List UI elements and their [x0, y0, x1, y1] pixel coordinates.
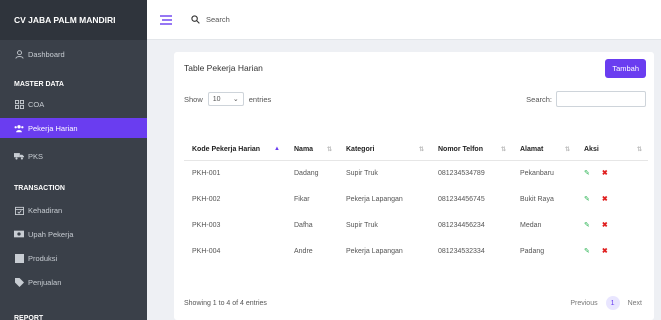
sort-icon: ⇅: [326, 147, 332, 153]
table-row: PKH-003 Dafha Supir Truk 081234456234 Me…: [192, 221, 608, 230]
entries-value: 10: [212, 95, 221, 103]
col-aksi[interactable]: Aksi ⇅: [576, 140, 648, 161]
sidebar-item-label: Upah Pekerja: [28, 229, 74, 239]
section-transaction: TRANSACTION: [14, 184, 65, 192]
truck-icon: [14, 151, 24, 161]
edit-icon[interactable]: ✎: [584, 170, 590, 177]
previous-button[interactable]: Previous: [570, 300, 597, 307]
edit-icon[interactable]: ✎: [584, 222, 590, 229]
col-telfon[interactable]: Nomor Telfon ⇅: [430, 140, 512, 161]
search-icon: [191, 15, 200, 24]
length-control: Show 10 ⌄ entries: [184, 92, 271, 106]
sidebar-item-penjualan[interactable]: Penjualan: [0, 272, 147, 292]
brand-title: CV JABA PALM MANDIRI: [0, 0, 147, 40]
table-search-input[interactable]: [556, 91, 646, 107]
page-title: Table Pekerja Harian: [184, 63, 263, 73]
section-report: REPORT: [14, 314, 44, 320]
money-icon: [14, 229, 24, 239]
table-row: PKH-004 Andre Pekerja Lapangan 081234532…: [192, 247, 608, 256]
edit-icon[interactable]: ✎: [584, 196, 590, 203]
menu-toggle-icon[interactable]: [159, 13, 173, 27]
table-info: Showing 1 to 4 of 4 entries: [184, 299, 267, 307]
section-master-data: MASTER DATA: [14, 80, 64, 88]
pekerja-table: Kode Pekerja Harian ▲ Nama ⇅ Kategori ⇅ Nom…: [184, 140, 648, 264]
user-icon: [14, 49, 24, 59]
page-1-button[interactable]: 1: [605, 296, 620, 310]
next-button[interactable]: Next: [628, 300, 642, 307]
table-row: PKH-002 Fikar Pekerja Lapangan 081234456…: [192, 195, 608, 204]
pagination: Previous 1 Next: [566, 296, 646, 310]
sidebar-item-pks[interactable]: PKS: [0, 146, 147, 166]
delete-icon[interactable]: ✖: [602, 196, 608, 203]
topbar-search[interactable]: Search: [191, 15, 230, 24]
col-alamat[interactable]: Alamat ⇅: [512, 140, 576, 161]
edit-icon[interactable]: ✎: [584, 248, 590, 255]
chevron-down-icon: ⌄: [232, 96, 239, 103]
sidebar-item-label: Pekerja Harian: [28, 123, 78, 133]
delete-icon[interactable]: ✖: [602, 170, 608, 177]
box-icon: [14, 253, 24, 263]
entries-select[interactable]: 10 ⌄: [207, 92, 244, 106]
sort-icon: ⇅: [500, 147, 506, 153]
sidebar-item-kehadiran[interactable]: Kehadiran: [0, 200, 147, 220]
search-label: Search: [206, 15, 230, 24]
sidebar-item-label: COA: [28, 99, 45, 109]
sort-icon: ⇅: [564, 147, 570, 153]
users-icon: [14, 123, 24, 133]
sort-asc-icon: ▲: [274, 146, 280, 152]
sidebar: CV JABA PALM MANDIRI Dashboard MASTER DA…: [0, 0, 147, 320]
sidebar-item-label: Produksi: [28, 253, 58, 263]
card-header: Table Pekerja Harian Tambah: [174, 52, 654, 84]
tag-icon: [14, 277, 24, 287]
delete-icon[interactable]: ✖: [602, 222, 608, 229]
table-row: PKH-001 Dadang Supir Truk 081234534789 P…: [192, 169, 608, 178]
table-controls: Show 10 ⌄ entries Search:: [174, 90, 654, 108]
col-nama[interactable]: Nama ⇅: [286, 140, 338, 161]
sidebar-item-label: Dashboard: [28, 49, 65, 59]
topbar: Search: [147, 0, 661, 40]
calendar-icon: [14, 205, 24, 215]
sidebar-item-produksi[interactable]: Produksi: [0, 248, 147, 268]
entries-label: entries: [248, 94, 272, 104]
pekerja-harian-card: Table Pekerja Harian Tambah Show 10 ⌄ en…: [174, 52, 654, 320]
sidebar-item-dashboard[interactable]: Dashboard: [0, 44, 147, 64]
delete-icon[interactable]: ✖: [602, 248, 608, 255]
table-search: Search:: [526, 91, 646, 107]
grid-icon: [14, 99, 24, 109]
sidebar-item-label: Penjualan: [28, 277, 62, 287]
sidebar-item-upah-pekerja[interactable]: Upah Pekerja: [0, 224, 147, 244]
table-footer: Showing 1 to 4 of 4 entries Previous 1 N…: [184, 296, 646, 310]
sidebar-item-label: Kehadiran: [28, 205, 63, 215]
sidebar-item-pekerja-harian[interactable]: Pekerja Harian: [0, 118, 147, 138]
sort-icon: ⇅: [636, 147, 642, 153]
sidebar-item-label: PKS: [28, 151, 44, 161]
col-kode[interactable]: Kode Pekerja Harian ▲: [184, 140, 286, 161]
show-label: Show: [184, 94, 203, 104]
table-search-label: Search:: [526, 94, 552, 104]
sort-icon: ⇅: [418, 147, 424, 153]
tambah-button[interactable]: Tambah: [605, 58, 646, 78]
col-kategori[interactable]: Kategori ⇅: [338, 140, 430, 161]
sidebar-item-coa[interactable]: COA: [0, 94, 147, 114]
